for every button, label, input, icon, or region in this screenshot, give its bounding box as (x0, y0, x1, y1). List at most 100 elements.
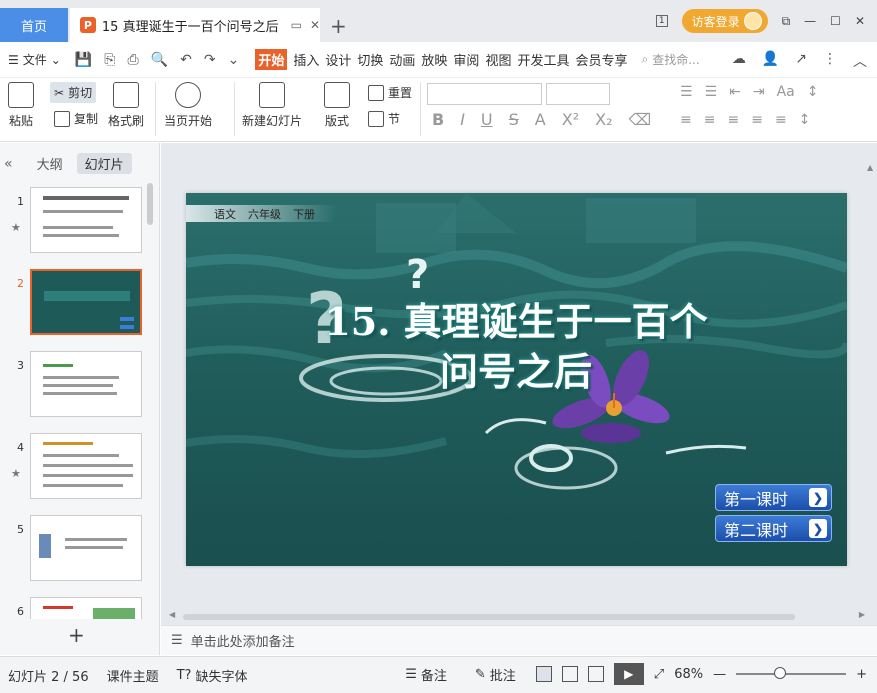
slide-sorter-icon[interactable] (561, 666, 578, 682)
share-icon[interactable]: ↗ (795, 51, 807, 71)
slide-title[interactable]: 15. 真理诞生于一百个 问号之后 (276, 297, 756, 397)
font-size-select[interactable] (546, 83, 610, 105)
cut-button[interactable]: ✂ 剪切 (50, 82, 97, 103)
home-tab[interactable]: 首页 (0, 8, 68, 42)
underline-icon[interactable]: U (481, 110, 493, 129)
scroll-up-icon[interactable]: ▲ (867, 163, 873, 172)
add-slide-button[interactable]: + (68, 623, 85, 647)
horizontal-scrollbar[interactable]: ◀ ▶ (169, 610, 869, 621)
menu-view[interactable]: 视图 (485, 50, 511, 69)
numbered-list-icon[interactable]: ☰ (705, 84, 718, 100)
restore-window-icon[interactable]: ⧉ (782, 14, 791, 29)
bullet-list-icon[interactable]: ☰ (680, 84, 693, 100)
slideshow-play-button[interactable]: ▶ (613, 663, 644, 685)
menu-transitions[interactable]: 切换 (357, 50, 383, 69)
increase-indent-icon[interactable]: ⇥ (753, 84, 765, 100)
font-family-select[interactable] (427, 83, 542, 105)
undo-icon[interactable]: ↶ (180, 52, 192, 68)
section-button[interactable]: 节 (368, 110, 400, 127)
justify-icon[interactable]: ≡ (751, 112, 763, 128)
line-spacing-icon[interactable]: ↕ (799, 112, 811, 128)
paste-button[interactable]: 粘贴 (8, 82, 34, 129)
pin-icon[interactable]: ▭ (291, 18, 302, 32)
menu-home[interactable]: 开始 (255, 49, 288, 70)
scroll-right-icon[interactable]: ▶ (859, 610, 865, 619)
tab-outline[interactable]: 大纲 (37, 154, 63, 173)
more-icon[interactable]: ⋮ (823, 51, 837, 71)
distribute-icon[interactable]: ≡ (775, 112, 787, 128)
maximize-icon[interactable]: ☐ (830, 14, 841, 28)
missing-font-button[interactable]: T? 缺失字体 (177, 666, 248, 685)
collapse-ribbon-icon[interactable]: ︿ (853, 51, 867, 71)
redo-icon[interactable]: ↷ (204, 52, 216, 68)
menu-animation[interactable]: 动画 (389, 50, 415, 69)
print-preview-icon[interactable]: 🔍 (151, 52, 168, 68)
page-indicator-icon[interactable]: 1 (655, 15, 668, 27)
reset-button[interactable]: 重置 (368, 84, 412, 101)
italic-icon[interactable]: I (460, 110, 465, 129)
horizontal-scroll-thumb[interactable] (183, 614, 795, 620)
tab-slides[interactable]: 幻灯片 (76, 153, 132, 174)
first-lesson-button[interactable]: 第一课时 ❯ (715, 484, 832, 511)
menu-developer[interactable]: 开发工具 (517, 50, 569, 69)
panel-scrollbar[interactable] (147, 183, 153, 225)
text-case-icon[interactable]: Aa (777, 84, 795, 100)
strikethrough-icon[interactable]: S (509, 110, 519, 129)
align-center-icon[interactable]: ≡ (704, 112, 716, 128)
normal-view-icon[interactable] (535, 666, 552, 682)
new-tab-button[interactable]: + (330, 14, 347, 38)
fit-window-icon[interactable]: ⤢ (654, 667, 664, 682)
format-painter-button[interactable]: 格式刷 (108, 82, 144, 129)
bold-icon[interactable]: B (432, 110, 444, 129)
theme-label[interactable]: 课件主题 (107, 666, 159, 685)
notes-pane[interactable]: ☰ 单击此处添加备注 (161, 625, 877, 655)
menu-design[interactable]: 设计 (325, 50, 351, 69)
slide-thumbnail[interactable]: 3 (0, 351, 150, 421)
text-direction-icon[interactable]: ↕ (807, 84, 819, 100)
minimize-icon[interactable]: — (804, 14, 816, 28)
menu-insert[interactable]: 插入 (293, 50, 319, 69)
new-slide-button[interactable]: 新建幻灯片 (242, 82, 302, 129)
subscript-icon[interactable]: X₂ (595, 110, 612, 129)
notes-toggle-button[interactable]: ☰ 备注 (405, 665, 447, 684)
decrease-indent-icon[interactable]: ⇤ (729, 84, 741, 100)
menu-member[interactable]: 会员专享 (575, 50, 627, 69)
save-icon[interactable]: 💾 (75, 52, 92, 68)
superscript-icon[interactable]: X² (562, 110, 579, 129)
document-tab[interactable]: P 15 真理诞生于一百个问号之后 ▭ ✕ (70, 8, 320, 42)
align-left-icon[interactable]: ≡ (680, 112, 692, 128)
collaborate-icon[interactable]: 👤 (762, 51, 779, 71)
font-color-icon[interactable]: A (535, 110, 546, 129)
slide-thumbnail-selected[interactable]: 2 (0, 269, 150, 339)
copy-button[interactable]: 复制 (54, 110, 98, 127)
close-window-icon[interactable]: ✕ (855, 14, 865, 28)
clear-format-icon[interactable]: ⌫ (629, 110, 652, 129)
comments-button[interactable]: ✎ 批注 (475, 665, 516, 684)
print-icon[interactable]: ⎙ (127, 52, 138, 68)
current-slide[interactable]: ? ? 语文 六年级 下册 15. 真理诞生于一百个 问号之后 第一课时 ❯ 第… (186, 193, 847, 566)
slide-thumbnail[interactable]: 5 (0, 515, 150, 585)
zoom-in-icon[interactable]: + (856, 667, 867, 682)
from-current-slide-button[interactable]: 当页开始 (164, 82, 212, 129)
zoom-out-icon[interactable]: — (713, 667, 726, 682)
zoom-level[interactable]: 68% (674, 667, 703, 682)
file-menu[interactable]: ☰ 文件 ⌄ (8, 51, 61, 68)
close-tab-icon[interactable]: ✕ (310, 18, 320, 32)
slide-thumbnail[interactable]: 1 ★ (0, 187, 150, 257)
slide-thumbnail[interactable]: 4 ★ (0, 433, 150, 503)
vertical-scrollbar[interactable]: ▲ (867, 153, 877, 603)
zoom-slider[interactable] (736, 667, 847, 679)
export-icon[interactable]: ⎘ (104, 52, 115, 68)
layout-button[interactable]: 版式 (324, 82, 350, 129)
menu-slideshow[interactable]: 放映 (421, 50, 447, 69)
collapse-panel-icon[interactable]: « (4, 156, 13, 172)
slide-thumbnail[interactable]: 6 (0, 597, 150, 619)
customize-icon[interactable]: ⌄ (228, 52, 240, 68)
guest-login-button[interactable]: 访客登录 (681, 9, 768, 33)
align-right-icon[interactable]: ≡ (727, 112, 739, 128)
scroll-left-icon[interactable]: ◀ (169, 610, 175, 619)
command-search[interactable]: ⌕ 查找命... (641, 51, 699, 68)
reading-view-icon[interactable] (587, 666, 604, 682)
zoom-slider-knob[interactable] (774, 667, 787, 679)
cloud-icon[interactable]: ☁ (732, 51, 746, 71)
